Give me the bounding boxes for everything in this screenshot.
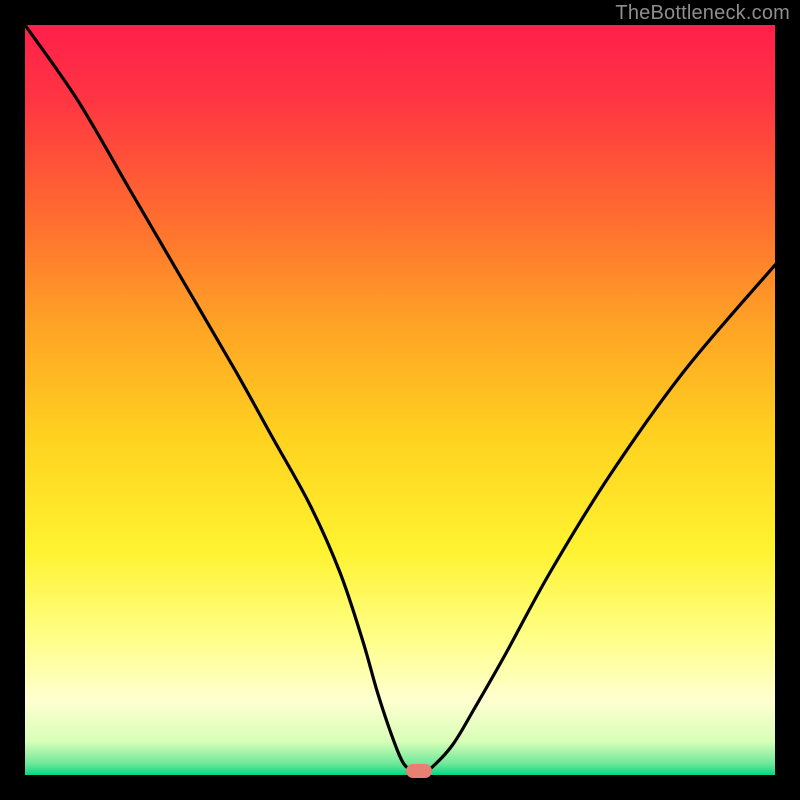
chart-frame: TheBottleneck.com — [0, 0, 800, 800]
plot-area — [25, 25, 775, 775]
optimal-marker — [406, 764, 432, 778]
watermark-text: TheBottleneck.com — [615, 2, 790, 25]
bottleneck-curve — [25, 25, 775, 775]
